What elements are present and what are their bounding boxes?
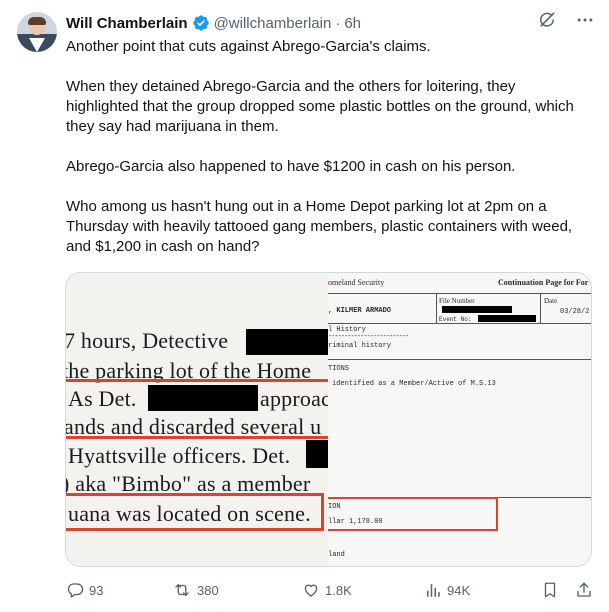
avatar[interactable] [17,12,57,52]
bookmark-button[interactable] [541,578,559,602]
separator-dot: · [335,14,341,32]
doc-subject-name: , KILMER ARMADO [328,307,392,315]
views-button[interactable]: 94K [424,578,470,602]
doc-identified-text: identified as a Member/Active of M.S.13 [332,380,496,388]
grok-icon[interactable] [537,10,557,30]
doc-line: 7 hours, Detective [66,328,229,353]
doc-line: uana was located on scene. [68,501,311,526]
redaction-block [148,385,258,411]
display-name[interactable]: Will Chamberlain [66,15,188,32]
doc-footer-text: land [328,551,345,559]
redaction-block [306,440,328,468]
doc-rule [328,359,591,360]
redaction-block [246,329,328,355]
tweet-actions: 93 380 1.8K 94K [66,578,596,602]
doc-cash-text: llar 1,178.00 [328,518,383,526]
doc-agency: omeland Security [328,278,385,287]
repost-button[interactable]: 380 [172,578,219,602]
doc-file-number-label: File Number [439,297,475,305]
document-image-right[interactable]: omeland Security Continuation Page for F… [328,273,591,566]
like-count: 1.8K [325,582,352,598]
doc-continuation-title: Continuation Page for For [498,278,589,287]
views-icon [424,581,442,599]
doc-rule [540,293,541,323]
doc-line: approac [260,386,328,411]
tweet-media[interactable]: 7 hours, Detective the parking lot of th… [65,272,592,567]
doc-rule [328,323,591,324]
doc-section-header: TIONS [328,365,350,373]
repost-count: 380 [197,582,219,598]
bookmark-icon [541,581,559,599]
doc-event-label: Event No: [439,316,472,323]
document-image-left[interactable]: 7 hours, Detective the parking lot of th… [66,273,328,566]
doc-line: Hyattsville officers. Det. [68,443,291,468]
doc-line: As Det. [68,386,137,411]
reply-count: 93 [89,582,104,598]
doc-rule [436,293,437,323]
like-icon [302,581,320,599]
doc-date-value: 03/28/2 [560,308,590,316]
views-count: 94K [447,582,471,598]
tweet-paragraph: When they detained Abrego-Garcia and the… [66,78,574,135]
handle[interactable]: @willchamberlain [214,15,332,32]
tweet-text: Another point that cuts against Abrego-G… [66,37,586,257]
share-icon [575,581,593,599]
repost-icon [172,581,192,599]
reply-button[interactable]: 93 [66,578,103,602]
doc-dashes: ------------------------- [328,333,409,341]
tweet-paragraph: Abrego-Garcia also happened to have $120… [66,158,516,175]
annotation-underline [66,436,328,439]
top-actions [537,10,595,30]
doc-history-value: riminal history [328,342,392,350]
redaction-block [442,306,512,313]
avatar-hair [28,17,46,25]
tweet-paragraph: Another point that cuts against Abrego-G… [66,38,431,55]
doc-rule [328,293,591,294]
doc-date-label: Date [544,297,558,305]
timestamp[interactable]: 6h [344,15,361,32]
like-button[interactable]: 1.8K [302,578,352,602]
tweet-paragraph: Who among us hasn't hung out in a Home D… [66,198,573,255]
more-icon[interactable] [575,10,595,30]
tweet-header: Will Chamberlain @willchamberlain · 6h [66,13,361,33]
reply-icon [66,581,84,599]
verified-badge-icon[interactable] [192,14,210,32]
share-button[interactable] [575,578,593,602]
redaction-block [478,315,536,322]
annotation-underline [66,379,328,382]
doc-ion-header: ION [328,503,341,511]
avatar-shirt [29,38,45,52]
